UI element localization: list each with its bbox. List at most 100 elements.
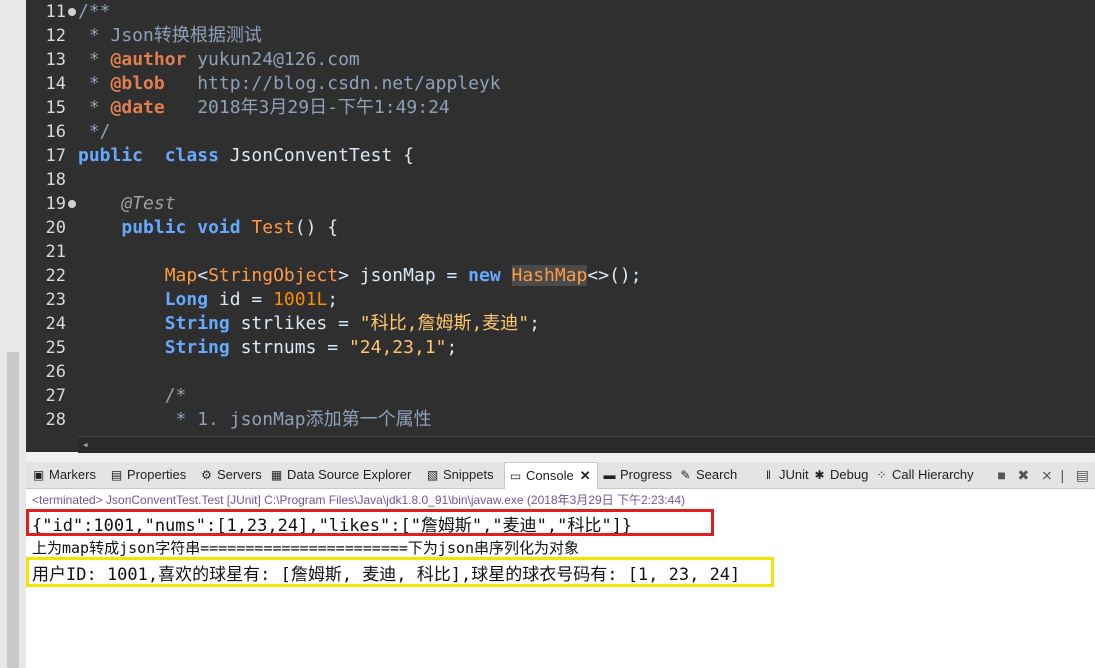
tab-properties[interactable]: ▤ Properties xyxy=(110,462,186,488)
code-token: * 1. jsonMap添加第一个属性 xyxy=(175,409,432,430)
remove-launch-icon[interactable]: ✖ xyxy=(1018,467,1030,483)
code-token: class xyxy=(164,145,219,166)
close-tab-icon[interactable]: ✕ xyxy=(580,468,591,483)
search-icon: ✎ xyxy=(680,468,691,482)
code-token: */ xyxy=(78,121,111,142)
code-token: String xyxy=(164,337,230,358)
code-token: 2018年3月29日-下午1:49:24 xyxy=(164,97,450,118)
line-number: 18 xyxy=(45,170,66,190)
line-number: 12 xyxy=(45,26,66,46)
console-status: <terminated> JsonConventTest.Test [JUnit… xyxy=(32,493,685,507)
code-token: > jsonMap = xyxy=(338,265,469,286)
line-number: 24 xyxy=(45,314,66,334)
code-token: () { xyxy=(294,217,339,238)
code-line[interactable]: String strlikes = "科比,詹姆斯,麦迪"; xyxy=(78,312,540,336)
servers-icon: ⚙ xyxy=(201,468,212,482)
code-token: yukun24@126.com xyxy=(186,49,360,70)
console-icon: ▭ xyxy=(509,469,522,483)
console-menu-icon[interactable]: ▤ xyxy=(1076,467,1089,483)
markers-icon: ▣ xyxy=(32,468,45,482)
code-line[interactable]: Long id = 1001L; xyxy=(78,288,338,312)
code-line[interactable]: * 1. jsonMap添加第一个属性 xyxy=(78,408,432,432)
fold-toggle-icon[interactable] xyxy=(68,8,76,16)
progress-icon: ▬ xyxy=(603,468,616,482)
yellow-highlight-box xyxy=(26,557,774,587)
line-number: 25 xyxy=(45,338,66,358)
code-editor[interactable]: 11 12 13 14 15 16 17 18 19 20 21 22 23 24 25 26 27 28 /**… xyxy=(26,0,1095,453)
code-token: @date xyxy=(110,97,165,118)
line-number: 26 xyxy=(45,362,66,382)
line-number: 22 xyxy=(45,266,66,286)
data-source-explorer-icon: ▦ xyxy=(270,468,283,482)
code-token: public xyxy=(78,145,144,166)
code-line[interactable]: * @blob http://blog.csdn.net/appleyk xyxy=(78,72,501,96)
line-number: 15 xyxy=(45,98,66,118)
code-token: JsonConventTest { xyxy=(218,145,414,166)
tab-markers[interactable]: ▣ Markers xyxy=(32,462,96,488)
terminate-icon[interactable]: ■ xyxy=(997,467,1005,483)
red-highlight-box xyxy=(26,509,714,536)
line-number: 14 xyxy=(45,74,66,94)
code-line[interactable]: * @author yukun24@126.com xyxy=(78,48,360,72)
console-toolbar: ■ ✖ ⨯ | ▤ xyxy=(997,467,1089,483)
properties-icon: ▤ xyxy=(110,468,123,482)
horizontal-scrollbar[interactable]: ◂ xyxy=(78,436,1095,453)
code-token: * xyxy=(78,49,111,70)
tab-label: Markers xyxy=(49,467,96,482)
code-token: 1001L xyxy=(273,289,328,310)
code-area[interactable]: /** * Json转换根据测试 * @author yukun24@126.c… xyxy=(78,0,1095,436)
code-token: @Test xyxy=(121,193,176,214)
fold-toggle-icon[interactable] xyxy=(68,200,76,208)
scrollbar-thumb[interactable] xyxy=(7,352,19,668)
left-scrollbar[interactable] xyxy=(0,0,26,668)
tab-label: Progress xyxy=(620,467,673,482)
remove-all-icon[interactable]: ⨯ xyxy=(1041,467,1053,483)
code-line[interactable]: /** xyxy=(78,0,111,24)
code-line[interactable]: /* xyxy=(78,384,187,408)
tab-junit[interactable]: ǁ JUnit xyxy=(762,462,809,488)
line-number: 17 xyxy=(45,146,66,166)
code-token: @blob xyxy=(110,73,165,94)
tab-label: Search xyxy=(696,467,738,482)
code-line[interactable]: @Test xyxy=(78,192,176,216)
junit-icon: ǁ xyxy=(766,468,771,482)
views-tab-bar: ■ ✖ ⨯ | ▤ ▣ Markers ▤ Properties ⚙ Servers ▦ Da… xyxy=(26,462,1095,489)
tab-data-source-explorer[interactable]: ▦ Data Source Explorer xyxy=(270,462,411,488)
code-token: String xyxy=(164,313,230,334)
code-line[interactable]: public void Test() { xyxy=(78,216,338,240)
tab-call-hierarchy[interactable]: ⁘ Call Hierarchy xyxy=(875,462,973,488)
code-line[interactable]: Map<StringObject> jsonMap = new HashMap<… xyxy=(78,264,642,288)
tab-console[interactable]: ▭ Console ✕ xyxy=(504,462,598,489)
console-output[interactable]: <terminated> JsonConventTest.Test [JUnit… xyxy=(26,489,1095,668)
line-number: 19 xyxy=(45,194,66,214)
code-token: "24,23,1" xyxy=(348,337,447,358)
code-line[interactable]: String strnums = "24,23,1"; xyxy=(78,336,458,360)
tab-label: Properties xyxy=(127,467,187,482)
line-number: 21 xyxy=(45,242,66,262)
tab-progress[interactable]: ▬ Progress xyxy=(603,462,673,488)
tab-servers[interactable]: ⚙ Servers xyxy=(200,462,262,488)
console-line-separator: 上为map转成json字符串=======================下为j… xyxy=(32,539,580,557)
line-number: 16 xyxy=(45,122,66,142)
scroll-left-arrow-icon[interactable]: ◂ xyxy=(82,437,89,453)
tab-debug[interactable]: ✱ Debug xyxy=(813,462,868,488)
code-line[interactable]: */ xyxy=(78,120,111,144)
code-token: /** xyxy=(78,1,111,22)
line-number: 11 xyxy=(45,2,66,22)
code-line[interactable]: * @date 2018年3月29日-下午1:49:24 xyxy=(78,96,450,120)
tab-label: Debug xyxy=(830,467,869,482)
tab-search[interactable]: ✎ Search xyxy=(679,462,737,488)
tab-snippets[interactable]: ▧ Snippets xyxy=(426,462,494,488)
code-line[interactable]: public class JsonConventTest { xyxy=(78,144,414,168)
code-token: * xyxy=(78,73,111,94)
code-line[interactable]: * Json转换根据测试 xyxy=(78,24,262,48)
code-token: Object xyxy=(273,265,339,286)
code-token: ; xyxy=(446,337,458,358)
tab-label: JUnit xyxy=(779,467,809,482)
